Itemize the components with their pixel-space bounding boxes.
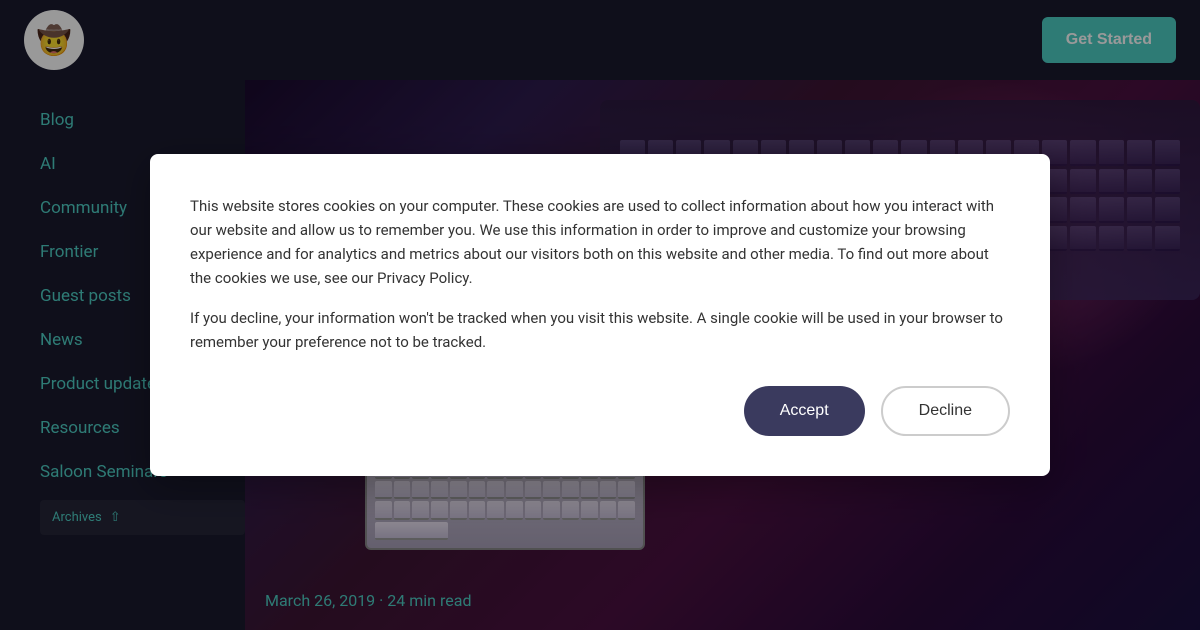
cookie-secondary-text: If you decline, your information won't b… xyxy=(190,306,1010,354)
cookie-overlay: This website stores cookies on your comp… xyxy=(0,0,1200,630)
cookie-buttons: Accept Decline xyxy=(190,386,1010,436)
cookie-primary-text: This website stores cookies on your comp… xyxy=(190,194,1010,290)
cookie-modal: This website stores cookies on your comp… xyxy=(150,154,1050,476)
accept-button[interactable]: Accept xyxy=(744,386,865,436)
decline-button[interactable]: Decline xyxy=(881,386,1010,436)
